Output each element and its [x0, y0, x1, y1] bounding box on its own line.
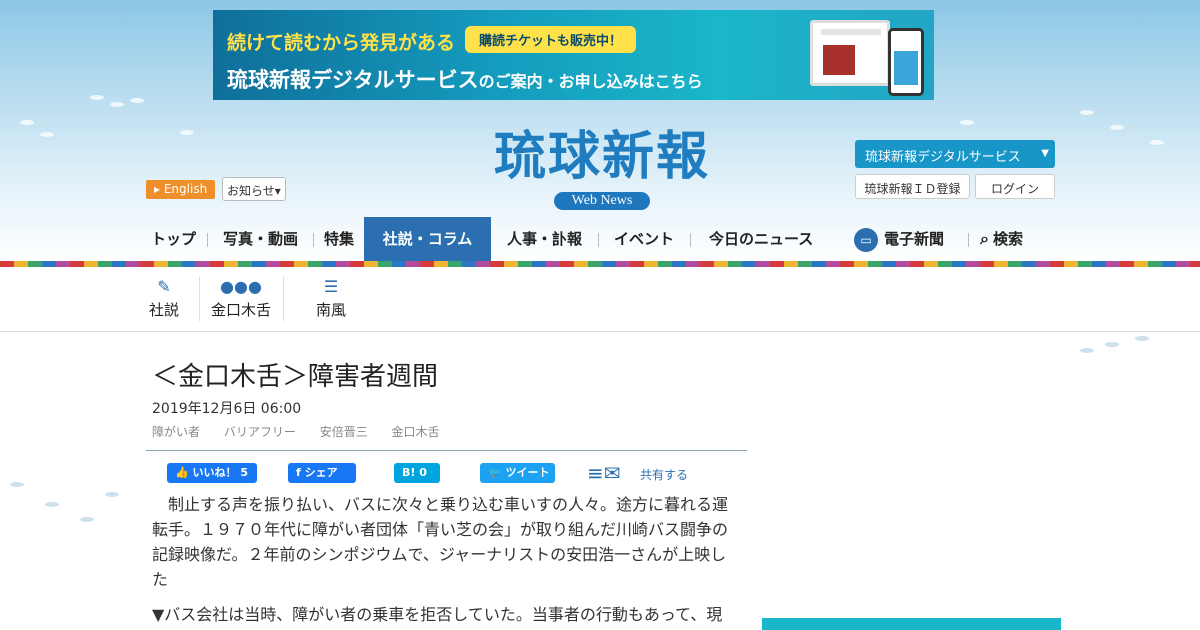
- fish-decoration: [130, 98, 144, 103]
- tweet-label: ツイート: [505, 466, 550, 479]
- fish-decoration: [45, 502, 59, 507]
- banner-subline-small: のご案内・お申し込みはこちら: [478, 72, 703, 91]
- nav-separator: [598, 233, 599, 247]
- share-link[interactable]: 共有する: [640, 466, 688, 483]
- fish-decoration: [1080, 110, 1094, 115]
- phone-mockup-photo: [894, 51, 918, 85]
- fish-decoration: [1110, 125, 1124, 130]
- digital-service-banner[interactable]: 続けて読むから発見がある 購読チケットも販売中！ 琉球新報デジタルサービスのご案…: [213, 10, 934, 100]
- fish-decoration: [1080, 348, 1094, 353]
- nav-separator: [968, 233, 969, 247]
- nav-item-todays-news[interactable]: 今日のニュース: [709, 217, 813, 261]
- hatena-count: 0: [419, 466, 427, 479]
- nav-item-top[interactable]: トップ: [151, 217, 196, 261]
- fish-decoration: [1105, 342, 1119, 347]
- subnav-item-label: 金口木舌: [210, 301, 271, 319]
- nav-item-photo-video[interactable]: 写真・動画: [223, 217, 298, 261]
- logo-wordmark: 琉球新報: [493, 126, 710, 187]
- digital-service-label: 琉球新報デジタルサービス: [865, 150, 1021, 165]
- banner-subline: 琉球新報デジタルサービスのご案内・お申し込みはこちら: [227, 64, 703, 94]
- tag-link[interactable]: 障がい者: [152, 425, 200, 439]
- id-register-button[interactable]: 琉球新報ＩＤ登録: [855, 174, 970, 199]
- fish-decoration: [80, 517, 94, 522]
- desktop-mockup-photo: [823, 45, 855, 75]
- phone-mockup-image: [888, 28, 924, 96]
- thumbs-up-icon: 👍: [175, 466, 189, 479]
- nav-item-search[interactable]: ⌕ 検索: [980, 217, 1023, 261]
- login-button[interactable]: ログイン: [975, 174, 1055, 199]
- share-buttons: 👍 いいね！ 5 f シェア B! 0 🐦 ツイート ≡✉ 共有する: [146, 461, 747, 485]
- nav-separator: [690, 233, 691, 247]
- subnav-separator: [283, 277, 284, 321]
- article-paragraph: ▼バス会社は当時、障がい者の乗車を拒否していた。当事者の行動もあって、現: [152, 605, 723, 624]
- notice-dropdown[interactable]: お知らせ▾: [222, 177, 286, 201]
- banner-subline-main: 琉球新報デジタルサービス: [227, 68, 479, 92]
- nav-item-features[interactable]: 特集: [324, 217, 354, 261]
- desktop-mockup-header: [821, 29, 881, 35]
- notice-label: お知らせ: [227, 184, 275, 198]
- fish-decoration: [40, 132, 54, 137]
- banner-headline: 続けて読むから発見がある: [227, 32, 456, 54]
- sidebar-ad-banner[interactable]: [762, 618, 1061, 630]
- english-label: English: [163, 182, 208, 196]
- article-tags: 障がい者 バリアフリー 安倍晋三 金口木舌: [152, 423, 460, 440]
- pen-icon: ✎: [157, 277, 171, 296]
- article-divider: [146, 450, 747, 451]
- subnav-item-kinkuchi-mokuzetsu[interactable]: ●●● 金口木舌: [209, 277, 273, 320]
- like-count: 5: [240, 466, 249, 479]
- nav-item-epaper-label: 電子新聞: [884, 230, 945, 248]
- mail-icon[interactable]: ≡✉: [587, 461, 637, 485]
- caret-down-icon: ▾: [274, 184, 281, 198]
- tag-link[interactable]: 安倍晋三: [320, 425, 368, 439]
- fish-decoration: [110, 102, 124, 107]
- desktop-mockup-image: [810, 20, 890, 86]
- fish-decoration: [1135, 336, 1149, 341]
- nav-item-editorial-column[interactable]: 社説・コラム: [364, 217, 491, 261]
- main-nav: トップ 写真・動画 特集 社説・コラム 人事・訃報 イベント 今日のニュース ▭…: [0, 217, 1200, 261]
- logo-subtitle: Web News: [553, 192, 651, 210]
- banner-badge: 購読チケットも販売中！: [465, 26, 637, 53]
- fish-decoration: [20, 120, 34, 125]
- tweet-button[interactable]: 🐦 ツイート: [480, 463, 555, 483]
- message-icon: ☰: [323, 277, 339, 296]
- nav-item-personnel-obituary[interactable]: 人事・訃報: [507, 217, 582, 261]
- caret-down-icon: ▼: [1041, 148, 1049, 159]
- digital-service-dropdown[interactable]: 琉球新報デジタルサービス ▼: [855, 140, 1055, 168]
- fish-decoration: [180, 130, 194, 135]
- speech-bubble-icon: ●●●: [220, 277, 262, 296]
- subnav-item-editorial[interactable]: ✎ 社説: [148, 277, 180, 320]
- nav-separator: [207, 233, 208, 247]
- article-paragraph: 制止する声を振り払い、バスに次々と乗り込む車いすの人々。途方に暮れる運転手。１９…: [152, 495, 729, 589]
- column-subnav: ✎ 社説 ●●● 金口木舌 ☰ 南風: [0, 267, 1200, 332]
- fish-decoration: [1150, 140, 1164, 145]
- subnav-separator: [199, 277, 200, 321]
- hatena-bookmark-button[interactable]: B! 0: [394, 463, 440, 483]
- facebook-icon: f: [296, 466, 301, 479]
- twitter-icon: 🐦: [488, 466, 502, 479]
- article-date: 2019年12月6日 06:00: [152, 401, 302, 417]
- english-button[interactable]: ▸ English: [146, 180, 216, 199]
- tag-link[interactable]: 金口木舌: [392, 425, 440, 439]
- site-logo[interactable]: 琉球新報 Web News: [452, 126, 752, 210]
- fish-decoration: [105, 492, 119, 497]
- facebook-share-button[interactable]: f シェア: [288, 463, 356, 483]
- facebook-like-button[interactable]: 👍 いいね！ 5: [167, 463, 257, 483]
- article-title: ＜金口木舌＞障害者週間: [152, 362, 439, 392]
- like-label: いいね！: [192, 466, 237, 479]
- search-icon: ⌕: [980, 229, 989, 248]
- monitor-icon: ▭: [854, 227, 878, 252]
- share-label: シェア: [304, 466, 338, 479]
- nav-item-epaper[interactable]: ▭ 電子新聞: [854, 217, 944, 261]
- fish-decoration: [10, 482, 24, 487]
- subnav-item-nanpu[interactable]: ☰ 南風: [315, 277, 347, 320]
- tag-link[interactable]: バリアフリー: [224, 425, 296, 439]
- hatena-label: B!: [402, 466, 416, 479]
- subnav-item-label: 社説: [148, 301, 179, 319]
- fish-decoration: [960, 120, 974, 125]
- fish-decoration: [90, 95, 104, 100]
- nav-item-events[interactable]: イベント: [614, 217, 674, 261]
- subnav-item-label: 南風: [315, 301, 346, 319]
- nav-item-search-label: 検索: [992, 230, 1023, 248]
- nav-separator: [313, 233, 314, 247]
